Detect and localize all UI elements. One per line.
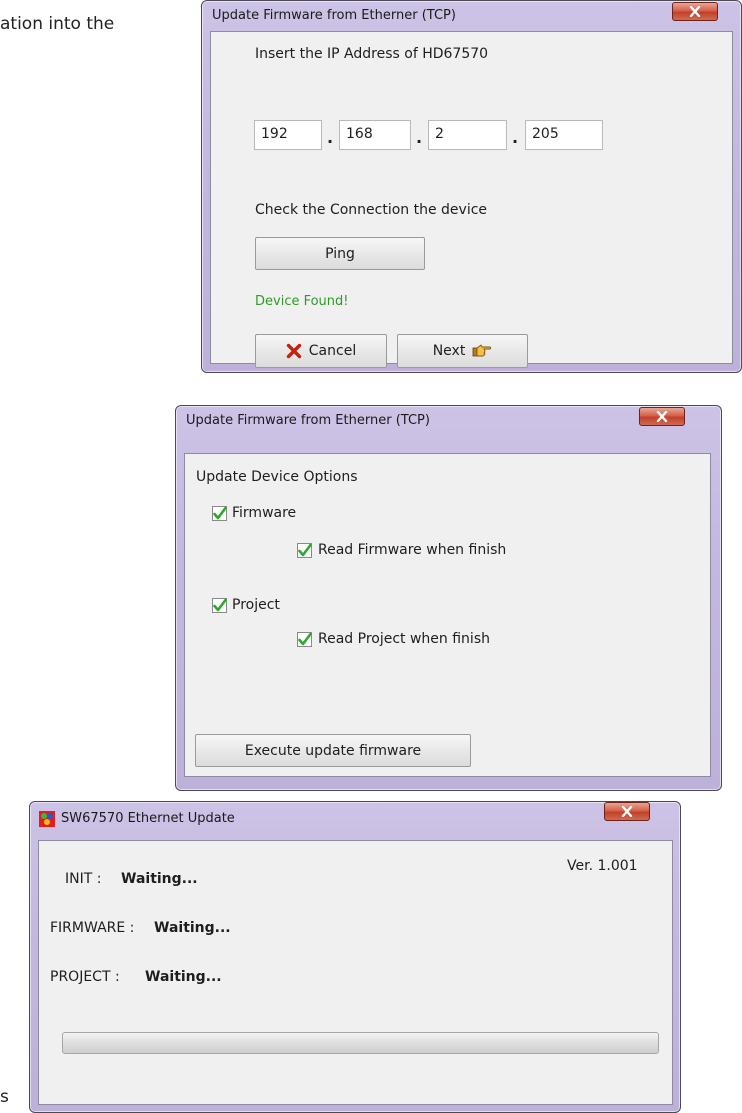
- dialog-ip-address: Update Firmware from Etherner (TCP) Inse…: [201, 0, 742, 373]
- ip-octet-1-input[interactable]: 192: [254, 120, 322, 150]
- project-status: Waiting...: [145, 969, 222, 985]
- project-checkbox-label: Project: [232, 597, 280, 613]
- ip-octet-2-input[interactable]: 168: [339, 120, 411, 150]
- init-status: Waiting...: [121, 871, 198, 887]
- check-icon: [297, 632, 312, 647]
- close-button[interactable]: [672, 2, 718, 21]
- project-checkbox[interactable]: Project: [212, 597, 362, 615]
- dialog-body: Update Device Options Firmware Read Firm…: [184, 453, 711, 777]
- close-icon: [689, 6, 701, 17]
- ip-separator: .: [327, 128, 334, 147]
- ping-button[interactable]: Ping: [255, 237, 425, 270]
- window-title: Update Firmware from Etherner (TCP): [186, 413, 430, 428]
- init-label: INIT :: [65, 871, 102, 887]
- dialog-ethernet-update: SW67570 Ethernet Update Ver. 1.001 INIT …: [29, 801, 681, 1113]
- dialog-update-options: Update Firmware from Etherner (TCP) Upda…: [175, 405, 722, 791]
- dialog-body: Insert the IP Address of HD67570 192 . 1…: [210, 31, 733, 368]
- ip-address-label: Insert the IP Address of HD67570: [255, 46, 489, 62]
- pointing-hand-icon: [472, 344, 492, 357]
- cancel-x-icon: [286, 343, 301, 359]
- device-status: Device Found!: [255, 294, 349, 309]
- close-icon: [621, 806, 633, 817]
- check-icon: [212, 506, 227, 521]
- ip-octet-4-input[interactable]: 205: [525, 120, 603, 150]
- ping-button-label: Ping: [325, 245, 355, 262]
- read-project-checkbox[interactable]: Read Project when finish: [297, 631, 577, 649]
- cancel-button-label: Cancel: [308, 343, 357, 359]
- title-bar[interactable]: SW67570 Ethernet Update: [30, 802, 680, 832]
- update-progress-bar: [62, 1032, 659, 1054]
- firmware-status: Waiting...: [154, 920, 231, 936]
- read-firmware-checkbox[interactable]: Read Firmware when finish: [297, 542, 587, 560]
- firmware-checkbox[interactable]: Firmware: [212, 505, 362, 523]
- next-button-label: Next: [432, 343, 466, 359]
- read-firmware-checkbox-label: Read Firmware when finish: [318, 542, 507, 558]
- app-logo-icon: [39, 811, 55, 827]
- check-icon: [212, 598, 227, 613]
- ip-separator: .: [512, 128, 519, 147]
- title-bar[interactable]: Update Firmware from Etherner (TCP): [176, 406, 721, 436]
- window-title: SW67570 Ethernet Update: [61, 811, 235, 826]
- update-options-label: Update Device Options: [196, 469, 358, 485]
- firmware-label: FIRMWARE :: [50, 920, 135, 936]
- execute-update-button[interactable]: Execute update firmware: [195, 734, 471, 767]
- cancel-button[interactable]: Cancel: [255, 334, 387, 368]
- ip-separator: .: [416, 128, 423, 147]
- read-project-checkbox-label: Read Project when finish: [318, 631, 490, 647]
- next-button[interactable]: Next: [397, 334, 528, 368]
- execute-update-button-label: Execute update firmware: [244, 742, 422, 759]
- project-label: PROJECT :: [50, 969, 120, 985]
- close-icon: [656, 411, 668, 422]
- ip-octet-3-input[interactable]: 2: [428, 120, 507, 150]
- close-button[interactable]: [604, 802, 650, 821]
- version-label: Ver. 1.001: [567, 858, 638, 874]
- background-text-bottom: s: [0, 1087, 9, 1107]
- title-bar[interactable]: Update Firmware from Etherner (TCP): [202, 1, 741, 31]
- dialog-body: Ver. 1.001 INIT : Waiting... FIRMWARE : …: [38, 840, 673, 1105]
- window-title: Update Firmware from Etherner (TCP): [212, 8, 456, 23]
- check-icon: [297, 543, 312, 558]
- check-connection-label: Check the Connection the device: [255, 202, 488, 218]
- close-button[interactable]: [639, 407, 685, 426]
- background-text-top: ation into the: [0, 14, 115, 34]
- firmware-checkbox-label: Firmware: [232, 505, 297, 521]
